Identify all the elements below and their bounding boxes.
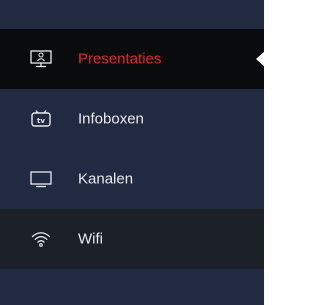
presentation-screen-icon [30,48,52,70]
content-edge [264,0,271,305]
sidebar-item-label: Presentaties [78,50,162,68]
sidebar-item-wifi[interactable]: Wifi [0,209,264,269]
svg-text:tv: tv [37,117,45,125]
wifi-icon [30,228,52,250]
monitor-icon [30,168,52,190]
tv-icon: tv [30,108,52,130]
sidebar-item-kanalen[interactable]: Kanalen [0,149,264,209]
sidebar-nav: Presentaties tv Infoboxen Kanalen Wifi [0,0,265,305]
sidebar-item-infoboxen[interactable]: tv Infoboxen [0,89,264,149]
sidebar-item-label: Kanalen [78,170,134,188]
sidebar-item-label: Wifi [78,230,103,248]
sidebar-item-label: Infoboxen [78,110,144,128]
sidebar-item-presentaties[interactable]: Presentaties [0,29,265,89]
